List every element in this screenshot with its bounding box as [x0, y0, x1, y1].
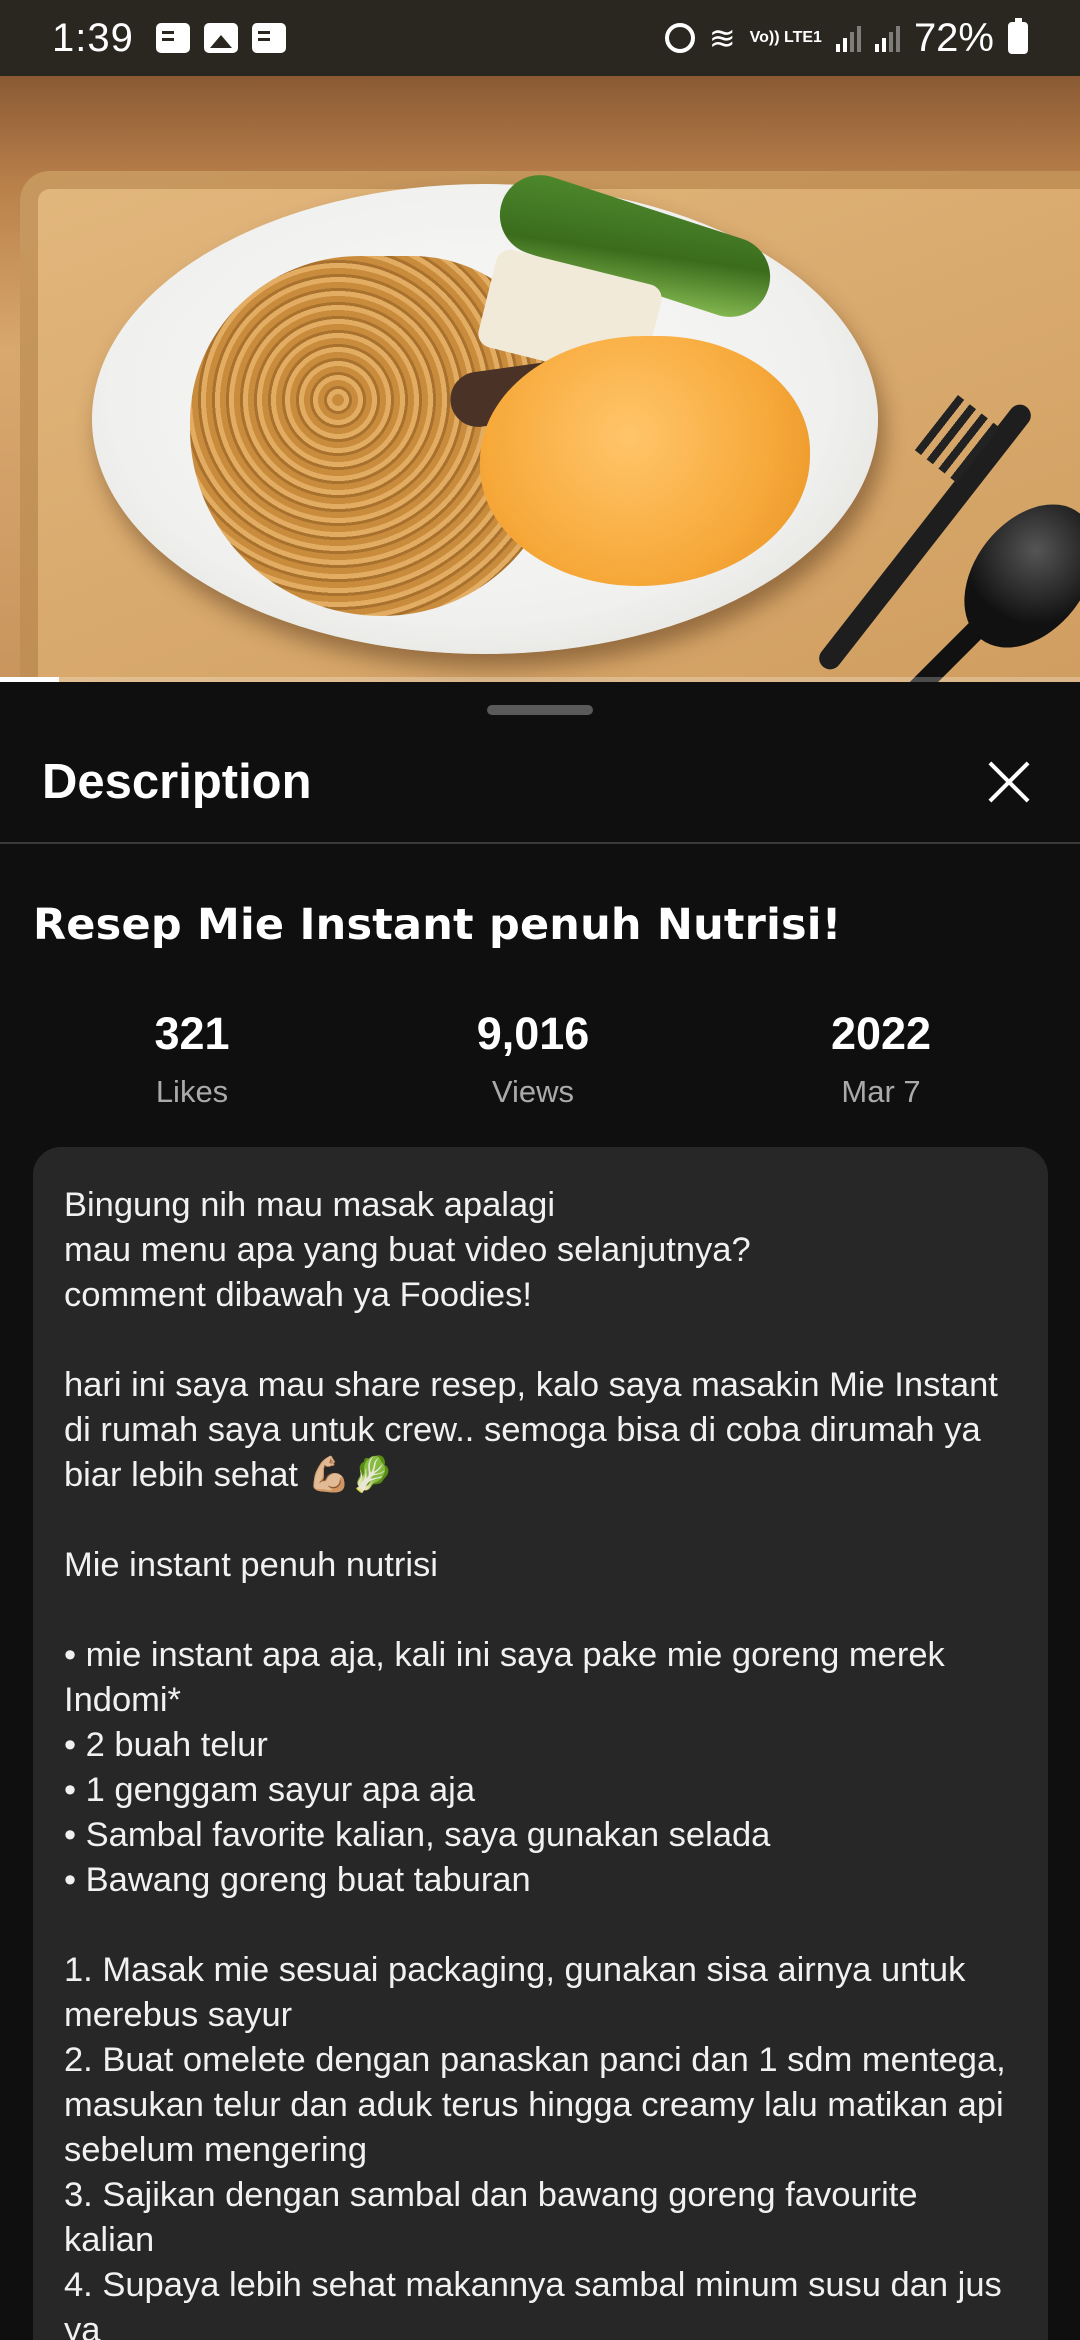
date-stat: 2022 Mar 7 [741, 1008, 1021, 1110]
views-label: Views [491, 1074, 575, 1109]
video-title: Resep Mie Instant penuh Nutrisi! [33, 900, 842, 950]
video-player[interactable] [0, 76, 1080, 682]
likes-count: 321 [154, 1008, 230, 1059]
views-stat: 9,016 Views [393, 1008, 673, 1110]
notification-icons [155, 23, 286, 53]
signal-icon [835, 24, 861, 52]
panel-title: Description [42, 755, 312, 809]
alarm-icon [664, 23, 695, 53]
wifi-icon: ≋ [708, 20, 736, 56]
description-panel: Description Resep Mie Instant penuh Nutr… [0, 682, 1080, 2340]
description-text: Bingung nih mau masak apalagi mau menu a… [64, 1186, 1006, 2340]
battery-icon [1008, 18, 1028, 54]
description-box: Bingung nih mau masak apalagi mau menu a… [33, 1147, 1048, 2340]
status-bar: 1:39 ≋ Vo)) LTE1 72% [0, 0, 1080, 76]
status-time: 1:39 [52, 15, 134, 60]
news-notification-icon [251, 23, 286, 53]
system-icons: ≋ Vo)) LTE1 72% [664, 15, 1028, 61]
views-count: 9,016 [476, 1008, 590, 1059]
drag-handle[interactable] [487, 705, 593, 715]
upload-date: Mar 7 [841, 1074, 921, 1109]
likes-stat: 321 Likes [52, 1008, 332, 1110]
video-stats: 321 Likes 9,016 Views 2022 Mar 7 [0, 1008, 1080, 1128]
battery-percentage: 72% [913, 15, 994, 60]
likes-label: Likes [155, 1074, 229, 1109]
close-button[interactable] [978, 752, 1038, 812]
upload-year: 2022 [830, 1008, 932, 1059]
news-notification-icon [155, 23, 190, 53]
gallery-notification-icon [203, 23, 238, 53]
panel-header: Description [0, 722, 1080, 844]
volte-indicator: Vo)) LTE1 [749, 29, 822, 46]
signal-icon [874, 24, 900, 52]
